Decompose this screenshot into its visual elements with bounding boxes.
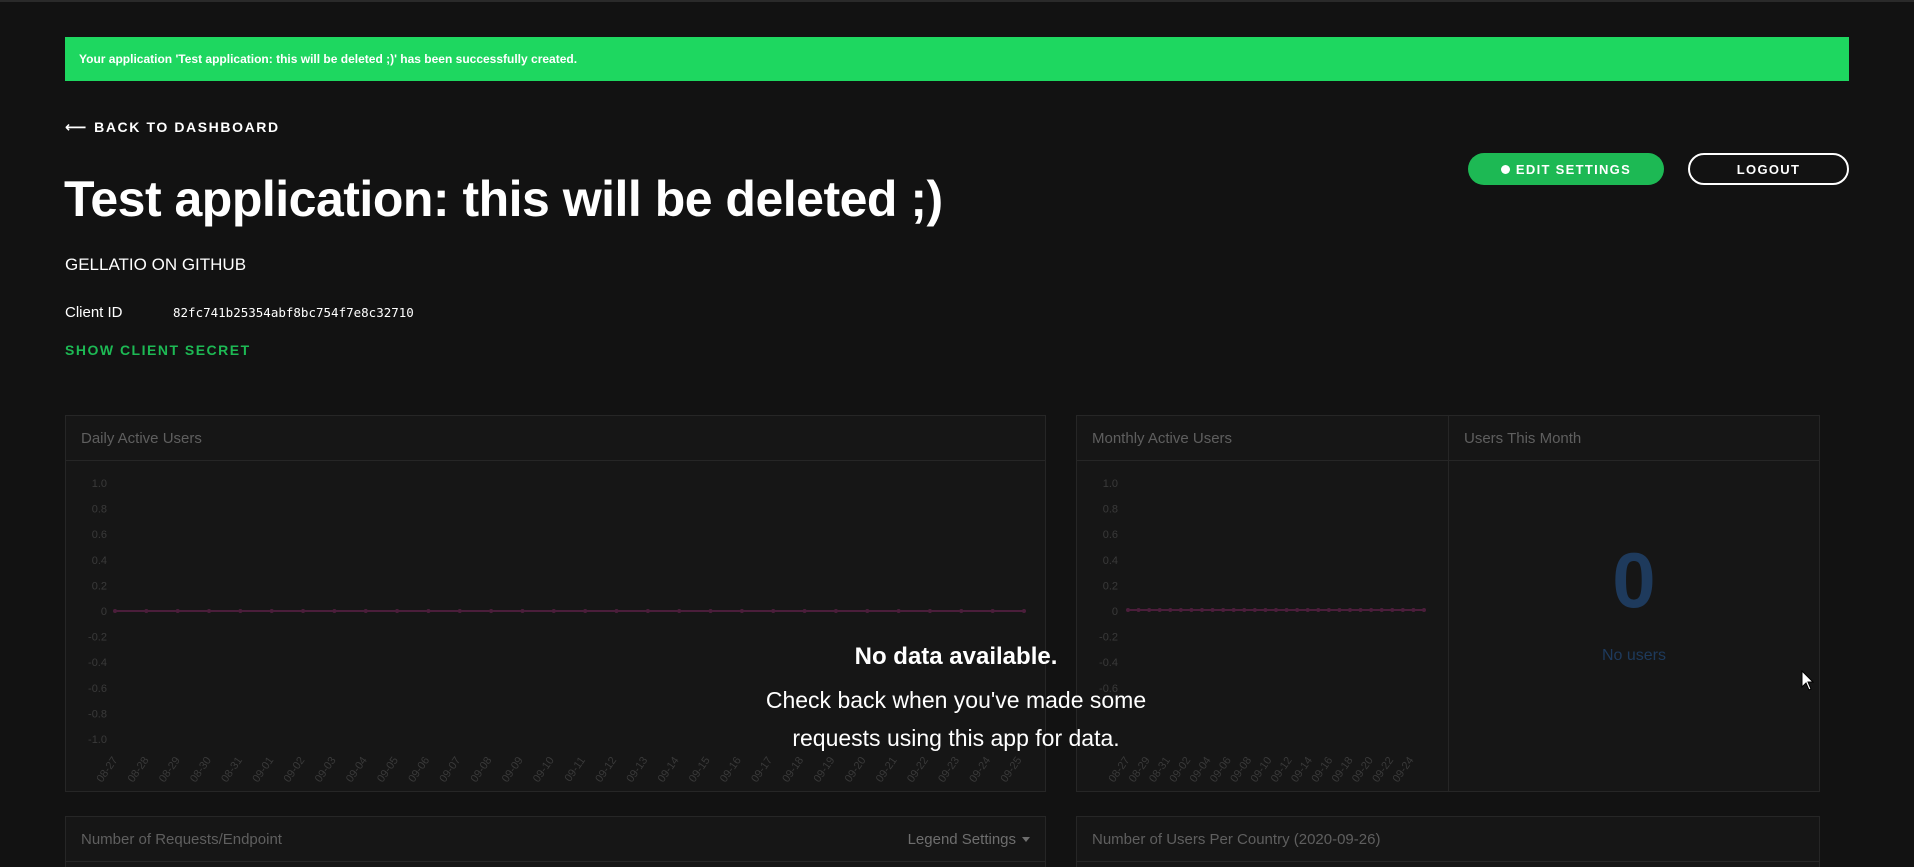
y-tick-label: 0.2 xyxy=(1103,580,1118,592)
data-point xyxy=(1210,608,1215,612)
legend-settings-dropdown[interactable]: Legend Settings xyxy=(908,831,1030,848)
data-point xyxy=(1147,608,1152,612)
legend-settings-label: Legend Settings xyxy=(907,830,1016,848)
data-point xyxy=(1168,608,1173,612)
data-point xyxy=(1284,608,1289,612)
no-data-title: No data available. xyxy=(854,643,1058,670)
users-per-country-panel: Number of Users Per Country (2020-09-26) xyxy=(1076,816,1820,867)
requests-per-endpoint-panel: Number of Requests/Endpoint Legend Setti… xyxy=(65,816,1046,867)
requests-per-endpoint-title: Number of Requests/Endpoint xyxy=(81,830,282,848)
data-point xyxy=(1358,608,1363,612)
data-point xyxy=(1326,608,1331,612)
no-data-message: No data available. Check back when you'v… xyxy=(706,643,1206,757)
data-point xyxy=(1411,608,1416,612)
data-point xyxy=(1400,608,1405,612)
y-tick-label: 1.0 xyxy=(1103,478,1118,490)
data-point xyxy=(1221,608,1226,612)
data-point xyxy=(1189,608,1194,612)
data-point xyxy=(1316,608,1321,612)
x-tick-label: 09-24 xyxy=(1390,755,1416,785)
data-point xyxy=(1379,608,1384,612)
data-point xyxy=(1348,608,1352,612)
users-this-month-caption: No users xyxy=(1601,647,1667,664)
data-point xyxy=(1390,608,1395,612)
data-point xyxy=(1305,608,1310,612)
requests-per-endpoint-header: Number of Requests/Endpoint Legend Setti… xyxy=(66,817,1045,862)
no-data-line-1: Check back when you've made some xyxy=(765,687,1147,713)
data-point xyxy=(1263,608,1268,612)
mouse-cursor-icon xyxy=(1801,670,1815,691)
data-point xyxy=(1295,608,1300,612)
y-tick-label: 0.4 xyxy=(1103,555,1118,567)
users-this-month-count: 0 xyxy=(1612,536,1656,624)
y-tick-label: 0.8 xyxy=(1103,504,1118,516)
data-point xyxy=(1178,608,1183,612)
data-point xyxy=(1422,608,1426,612)
y-tick-label: 0.6 xyxy=(1103,529,1118,541)
data-point xyxy=(1126,608,1130,612)
data-point xyxy=(1231,608,1236,612)
y-tick-label: 0 xyxy=(1112,606,1118,618)
data-point xyxy=(1157,608,1162,612)
data-point xyxy=(1274,608,1278,612)
data-point xyxy=(1242,608,1247,612)
no-data-line-2: requests using this app for data. xyxy=(792,725,1120,751)
data-point xyxy=(1337,608,1342,612)
data-point xyxy=(1136,608,1141,612)
data-point xyxy=(1200,608,1204,612)
chevron-down-icon xyxy=(1022,836,1030,842)
data-point xyxy=(1252,608,1257,612)
y-tick-label: -0.2 xyxy=(1099,632,1118,644)
users-per-country-title: Number of Users Per Country (2020-09-26) xyxy=(1077,817,1819,862)
data-point xyxy=(1369,608,1374,612)
